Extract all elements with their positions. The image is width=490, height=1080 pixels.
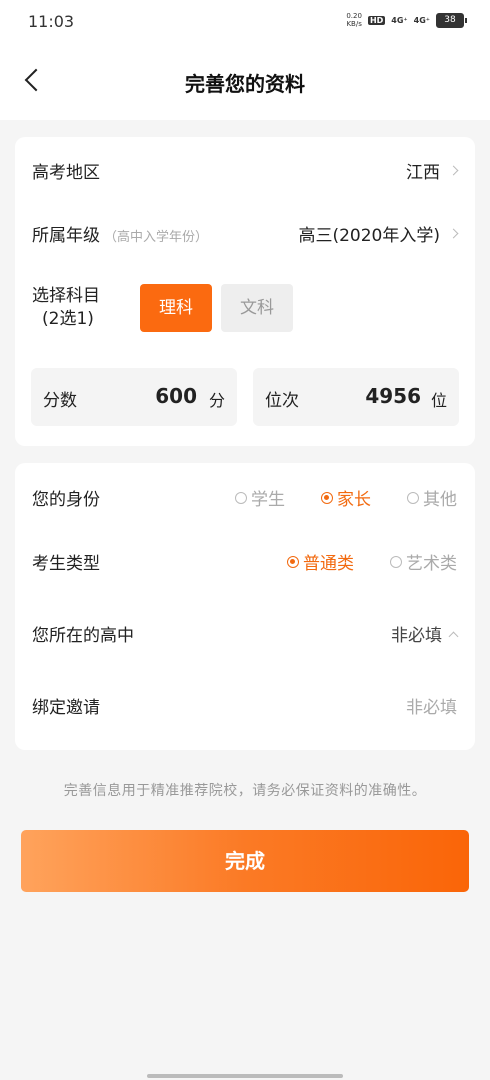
net-speed: 0.20 KB/s — [346, 12, 362, 28]
status-bar: 11:03 0.20 KB/s HD 4G⁺ 4G⁺ 38 — [0, 0, 490, 46]
radio-icon — [407, 491, 419, 504]
home-indicator — [147, 1074, 343, 1078]
profile-card: 您的身份 学生 家长 其他 考生类型 普通类 艺术类 您所在的高中 非必填 绑定… — [15, 463, 475, 750]
student-type-label: 考生类型 — [32, 554, 100, 574]
grade-value[interactable]: 高三(2020年入学) — [298, 221, 459, 246]
chevron-right-icon — [448, 165, 459, 176]
done-button[interactable]: 完成 — [21, 830, 469, 892]
grade-label: 所属年级 （高中入学年份） — [32, 226, 209, 246]
student-type-art-radio[interactable]: 艺术类 — [390, 549, 457, 574]
exam-info-card: 高考地区 江西 所属年级 （高中入学年份） 高三(2020年入学) 选择科目 (2… — [15, 137, 475, 446]
identity-parent-radio[interactable]: 家长 — [321, 485, 371, 510]
identity-other-radio[interactable]: 其他 — [407, 485, 457, 510]
radio-icon — [390, 555, 402, 568]
rank-value: 4956 — [365, 384, 421, 408]
chevron-up-icon — [448, 631, 459, 642]
chevron-right-icon — [448, 228, 459, 239]
radio-checked-icon — [321, 491, 333, 504]
info-hint: 完善信息用于精准推荐院校，请务必保证资料的准确性。 — [63, 783, 427, 799]
identity-student-radio[interactable]: 学生 — [235, 485, 285, 510]
rank-field[interactable]: 位次 4956 位 — [253, 368, 459, 426]
subject-arts-button[interactable]: 文科 — [221, 284, 293, 332]
invite-input[interactable]: 非必填 — [406, 693, 457, 718]
page-title: 完善您的资料 — [185, 72, 305, 96]
grade-sublabel: （高中入学年份） — [104, 230, 209, 245]
identity-label: 您的身份 — [32, 490, 100, 510]
signal-icon-2: 4G⁺ — [413, 15, 430, 25]
student-type-general-radio[interactable]: 普通类 — [287, 549, 354, 574]
signal-icon: 4G⁺ — [391, 15, 408, 25]
rank-unit: 位 — [430, 391, 447, 410]
student-type-radio-group: 普通类 艺术类 — [251, 549, 457, 574]
subject-science-button[interactable]: 理科 — [140, 284, 212, 332]
radio-icon — [235, 491, 247, 504]
region-label: 高考地区 — [32, 163, 100, 183]
hd-icon: HD — [367, 15, 386, 25]
invite-label: 绑定邀请 — [32, 698, 100, 718]
status-time: 11:03 — [28, 12, 75, 31]
nav-bar: 完善您的资料 — [0, 46, 490, 120]
high-school-value[interactable]: 非必填 — [391, 621, 459, 646]
status-icons: 0.20 KB/s HD 4G⁺ 4G⁺ 38 — [346, 12, 467, 28]
identity-radio-group: 学生 家长 其他 — [199, 485, 457, 510]
score-value: 600 — [155, 384, 197, 408]
subject-label: 选择科目 (2选1) — [32, 286, 100, 329]
score-field[interactable]: 分数 600 分 — [31, 368, 237, 426]
high-school-label: 您所在的高中 — [32, 626, 134, 646]
score-unit: 分 — [208, 391, 225, 410]
battery-icon: 38 — [436, 12, 467, 28]
region-value[interactable]: 江西 — [406, 158, 459, 183]
radio-checked-icon — [287, 555, 299, 568]
